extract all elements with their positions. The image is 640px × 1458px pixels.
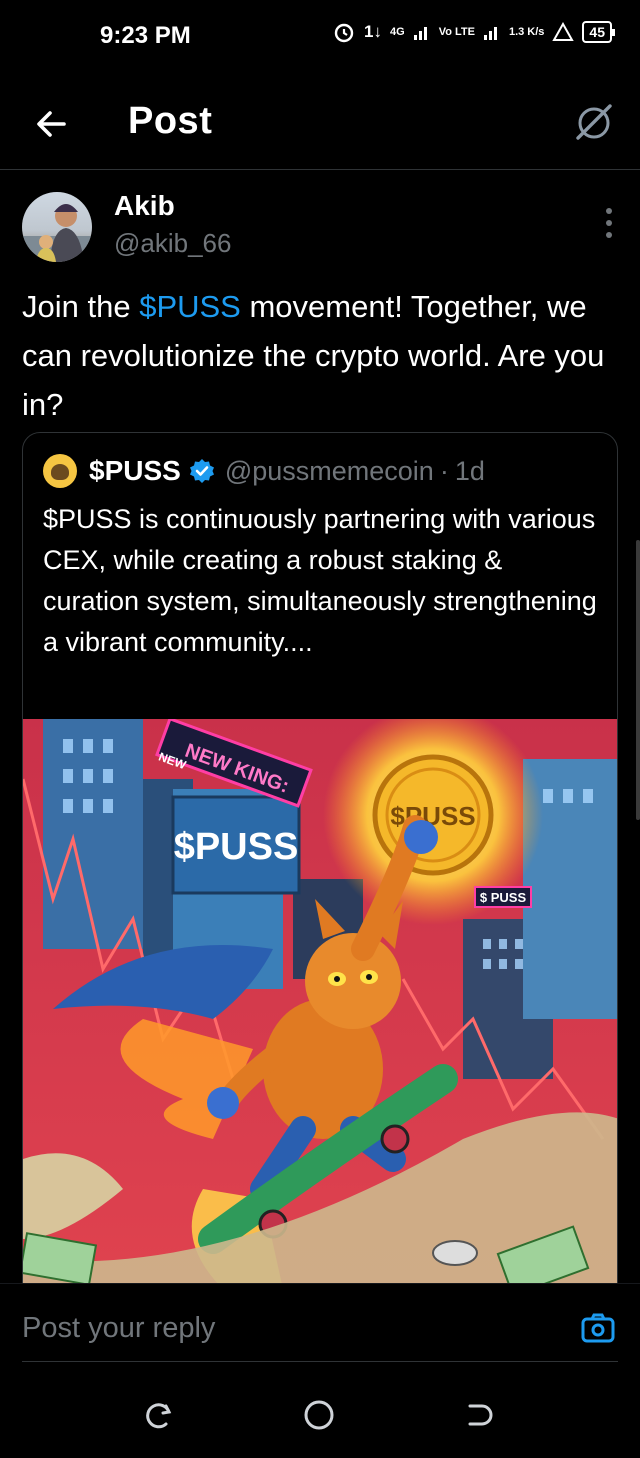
sign-label: $ PUSS bbox=[480, 890, 527, 905]
grok-icon[interactable] bbox=[570, 98, 618, 146]
warning-icon bbox=[552, 22, 575, 41]
reply-bar: Post your reply bbox=[0, 1283, 640, 1363]
recents-icon[interactable] bbox=[142, 1398, 176, 1432]
status-bar: 9:23 PM 1↓ 4G Vo LTE 1.3 K/s 45 bbox=[0, 0, 640, 72]
billboard-label: $PUSS bbox=[174, 826, 299, 868]
page-title: Post bbox=[128, 100, 213, 142]
system-nav-bar bbox=[0, 1370, 640, 1458]
cashtag-link[interactable]: $PUSS bbox=[139, 289, 241, 324]
back-nav-icon[interactable] bbox=[462, 1398, 496, 1432]
quoted-avatar bbox=[43, 454, 77, 488]
network-volte: Vo LTE bbox=[438, 25, 475, 38]
quoted-post[interactable]: $PUSS @pussmemecoin · 1d $PUSS is contin… bbox=[22, 432, 618, 1302]
back-arrow-icon[interactable] bbox=[28, 100, 76, 148]
camera-icon[interactable] bbox=[580, 1310, 616, 1346]
post-text: Join the $PUSS movement! Together, we ca… bbox=[22, 282, 622, 429]
network-speed: 1.3 K/s bbox=[508, 25, 545, 38]
quoted-author-name: $PUSS bbox=[89, 455, 181, 486]
more-vertical-icon[interactable] bbox=[604, 206, 614, 240]
avatar[interactable] bbox=[22, 192, 92, 262]
author-handle[interactable]: @akib_66 bbox=[114, 228, 231, 259]
signal-indicator: 1↓ bbox=[364, 22, 382, 41]
status-icons: 1↓ 4G Vo LTE 1.3 K/s 45 bbox=[332, 20, 615, 44]
quoted-timestamp: 1d bbox=[454, 455, 485, 486]
status-time: 9:23 PM bbox=[100, 22, 191, 49]
reply-divider bbox=[22, 1361, 618, 1362]
quoted-post-image[interactable]: $PUSS $PUSS NEW KING: NEW $ PUSS bbox=[23, 719, 618, 1302]
alarm-icon bbox=[334, 23, 354, 43]
reply-input[interactable]: Post your reply bbox=[22, 1312, 215, 1345]
post-author: Akib @akib_66 bbox=[20, 190, 620, 270]
quoted-author-handle: @pussmemecoin bbox=[224, 455, 434, 486]
separator-dot: · bbox=[439, 455, 449, 486]
network-4g: 4G bbox=[390, 25, 405, 38]
verified-badge-icon bbox=[189, 459, 214, 483]
quoted-post-text: $PUSS is continuously partnering with va… bbox=[43, 504, 597, 657]
quoted-post-header: $PUSS @pussmemecoin · 1d bbox=[43, 451, 485, 491]
scrollbar[interactable] bbox=[636, 540, 640, 820]
home-icon[interactable] bbox=[302, 1398, 336, 1432]
author-name[interactable]: Akib bbox=[114, 190, 175, 222]
battery-indicator: 45 bbox=[582, 21, 615, 43]
signal-icon-2 bbox=[483, 27, 497, 40]
signal-icon bbox=[413, 27, 427, 40]
post-text-start: Join the bbox=[22, 289, 140, 324]
top-bar: Post bbox=[0, 78, 640, 170]
